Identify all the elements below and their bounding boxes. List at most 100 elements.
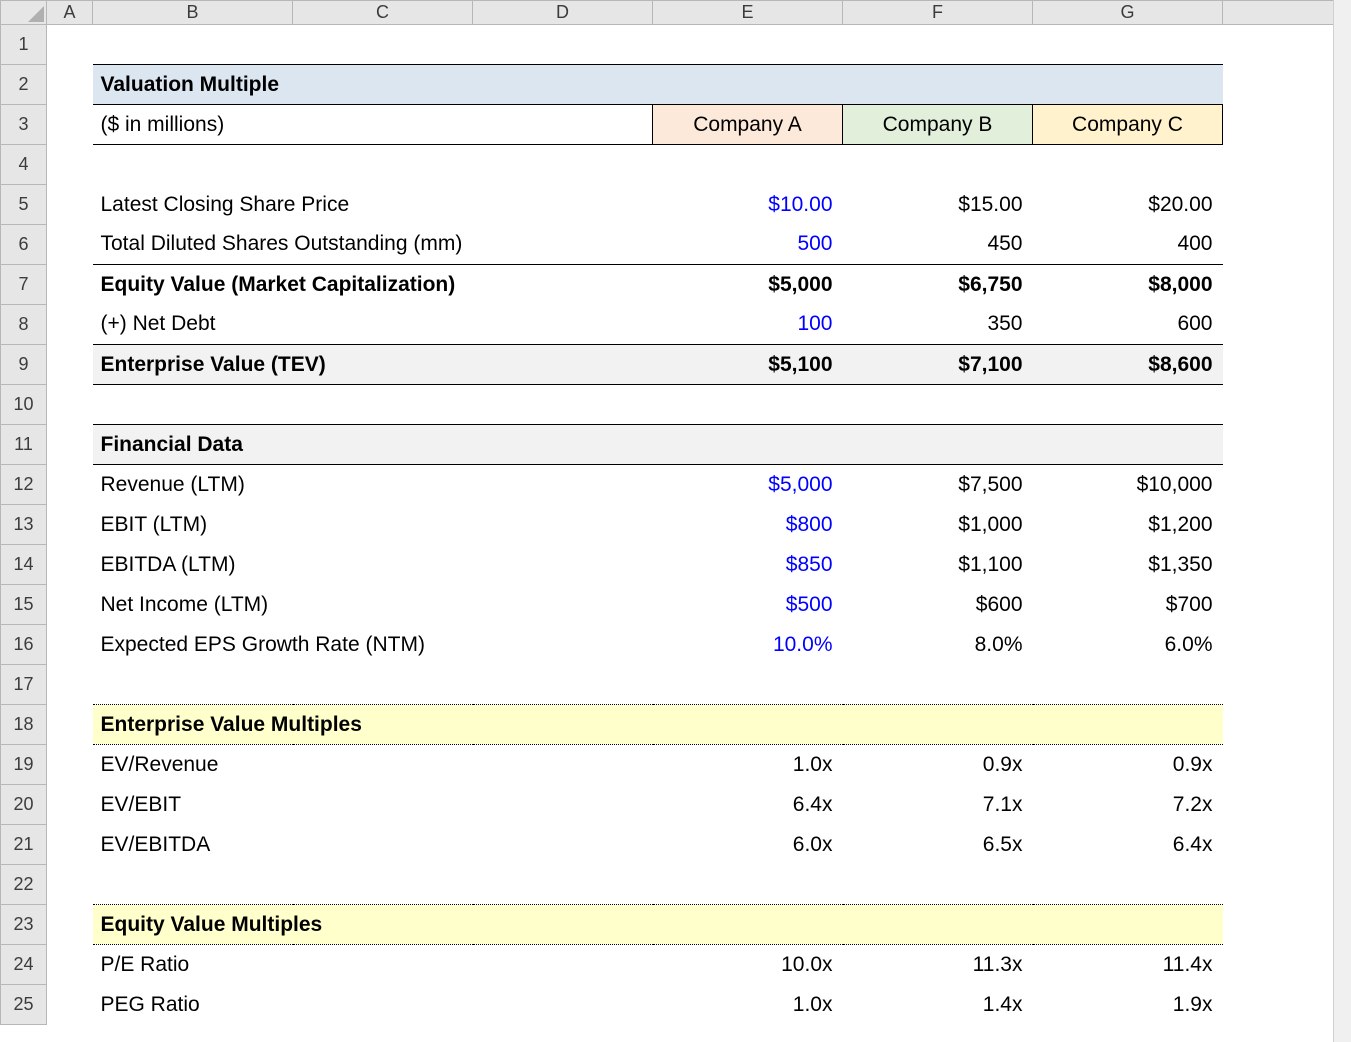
label-net-income[interactable]: Net Income (LTM) (93, 585, 653, 625)
row-header[interactable]: 12 (1, 465, 47, 505)
cell[interactable] (47, 705, 93, 745)
val-eps-growth-c[interactable]: 6.0% (1033, 625, 1223, 665)
val-peg-a[interactable]: 1.0x (653, 985, 843, 1025)
cell[interactable] (1223, 145, 1351, 185)
row-header[interactable]: 17 (1, 665, 47, 705)
col-header-E[interactable]: E (653, 1, 843, 25)
cell[interactable] (1223, 385, 1351, 425)
company-b-header[interactable]: Company B (843, 105, 1033, 145)
header-equity-multiples[interactable]: Equity Value Multiples (93, 905, 1223, 945)
row-header[interactable]: 14 (1, 545, 47, 585)
val-share-price-a[interactable]: $10.00 (653, 185, 843, 225)
val-pe-a[interactable]: 10.0x (653, 945, 843, 985)
val-share-price-c[interactable]: $20.00 (1033, 185, 1223, 225)
val-shares-out-b[interactable]: 450 (843, 225, 1033, 265)
val-ebitda-b[interactable]: $1,100 (843, 545, 1033, 585)
col-header-C[interactable]: C (293, 1, 473, 25)
label-ev-ebit[interactable]: EV/EBIT (93, 785, 653, 825)
cell[interactable] (47, 665, 93, 705)
val-shares-out-c[interactable]: 400 (1033, 225, 1223, 265)
val-pe-c[interactable]: 11.4x (1033, 945, 1223, 985)
cell[interactable] (1223, 185, 1351, 225)
cell[interactable] (47, 185, 93, 225)
label-revenue[interactable]: Revenue (LTM) (93, 465, 653, 505)
val-ebit-b[interactable]: $1,000 (843, 505, 1033, 545)
cell[interactable] (1223, 425, 1351, 465)
cell[interactable] (47, 945, 93, 985)
cell[interactable] (1223, 625, 1351, 665)
val-equity-value-a[interactable]: $5,000 (653, 265, 843, 305)
col-header-F[interactable]: F (843, 1, 1033, 25)
label-peg[interactable]: PEG Ratio (93, 985, 653, 1025)
header-ev-multiples[interactable]: Enterprise Value Multiples (93, 705, 1223, 745)
title-cell[interactable]: Valuation Multiple (93, 65, 1223, 105)
row-header[interactable]: 11 (1, 425, 47, 465)
row-header[interactable]: 22 (1, 865, 47, 905)
label-shares-out[interactable]: Total Diluted Shares Outstanding (mm) (93, 225, 653, 265)
worksheet-grid[interactable]: A B C D E F G 1 2 Valuation Multiple 3 (… (0, 0, 1351, 1025)
label-share-price[interactable]: Latest Closing Share Price (93, 185, 653, 225)
val-ev-a[interactable]: $5,100 (653, 345, 843, 385)
row-header[interactable]: 16 (1, 625, 47, 665)
label-net-debt[interactable]: (+) Net Debt (93, 305, 653, 345)
label-ev[interactable]: Enterprise Value (TEV) (93, 345, 653, 385)
row-header[interactable]: 25 (1, 985, 47, 1025)
cell[interactable] (47, 345, 93, 385)
cell[interactable] (93, 25, 1223, 65)
cell[interactable] (1223, 505, 1351, 545)
cell[interactable] (1223, 905, 1351, 945)
row-header[interactable]: 18 (1, 705, 47, 745)
row-header[interactable]: 20 (1, 785, 47, 825)
val-ebit-c[interactable]: $1,200 (1033, 505, 1223, 545)
cell[interactable] (47, 745, 93, 785)
row-header[interactable]: 10 (1, 385, 47, 425)
cell[interactable] (1223, 305, 1351, 345)
val-ev-ebit-b[interactable]: 7.1x (843, 785, 1033, 825)
val-eps-growth-a[interactable]: 10.0% (653, 625, 843, 665)
cell[interactable] (47, 865, 93, 905)
cell[interactable] (1223, 465, 1351, 505)
col-header-D[interactable]: D (473, 1, 653, 25)
cell[interactable] (1223, 65, 1351, 105)
cell[interactable] (1223, 705, 1351, 745)
col-header-G[interactable]: G (1033, 1, 1223, 25)
cell[interactable] (47, 105, 93, 145)
cell[interactable] (93, 145, 1223, 185)
val-ebit-a[interactable]: $800 (653, 505, 843, 545)
cell[interactable] (1223, 825, 1351, 865)
val-ev-ebitda-c[interactable]: 6.4x (1033, 825, 1223, 865)
label-eps-growth[interactable]: Expected EPS Growth Rate (NTM) (93, 625, 653, 665)
val-net-debt-a[interactable]: 100 (653, 305, 843, 345)
vertical-scrollbar[interactable] (1333, 0, 1351, 1042)
val-ev-rev-c[interactable]: 0.9x (1033, 745, 1223, 785)
cell[interactable] (47, 545, 93, 585)
label-ebit[interactable]: EBIT (LTM) (93, 505, 653, 545)
row-header[interactable]: 6 (1, 225, 47, 265)
val-eps-growth-b[interactable]: 8.0% (843, 625, 1033, 665)
cell[interactable] (47, 225, 93, 265)
val-peg-b[interactable]: 1.4x (843, 985, 1033, 1025)
cell[interactable] (1223, 785, 1351, 825)
cell[interactable] (47, 385, 93, 425)
cell[interactable] (47, 505, 93, 545)
cell[interactable] (47, 305, 93, 345)
row-header[interactable]: 24 (1, 945, 47, 985)
cell[interactable] (47, 65, 93, 105)
val-ev-b[interactable]: $7,100 (843, 345, 1033, 385)
val-pe-b[interactable]: 11.3x (843, 945, 1033, 985)
val-ebitda-c[interactable]: $1,350 (1033, 545, 1223, 585)
val-net-income-a[interactable]: $500 (653, 585, 843, 625)
row-header[interactable]: 19 (1, 745, 47, 785)
cell[interactable] (1223, 345, 1351, 385)
units-label[interactable]: ($ in millions) (93, 105, 653, 145)
cell[interactable] (93, 665, 1223, 705)
val-ev-ebit-a[interactable]: 6.4x (653, 785, 843, 825)
cell[interactable] (47, 905, 93, 945)
row-header[interactable]: 3 (1, 105, 47, 145)
select-all-corner[interactable] (1, 1, 47, 25)
cell[interactable] (47, 25, 93, 65)
cell[interactable] (47, 265, 93, 305)
val-share-price-b[interactable]: $15.00 (843, 185, 1033, 225)
val-revenue-a[interactable]: $5,000 (653, 465, 843, 505)
val-ebitda-a[interactable]: $850 (653, 545, 843, 585)
